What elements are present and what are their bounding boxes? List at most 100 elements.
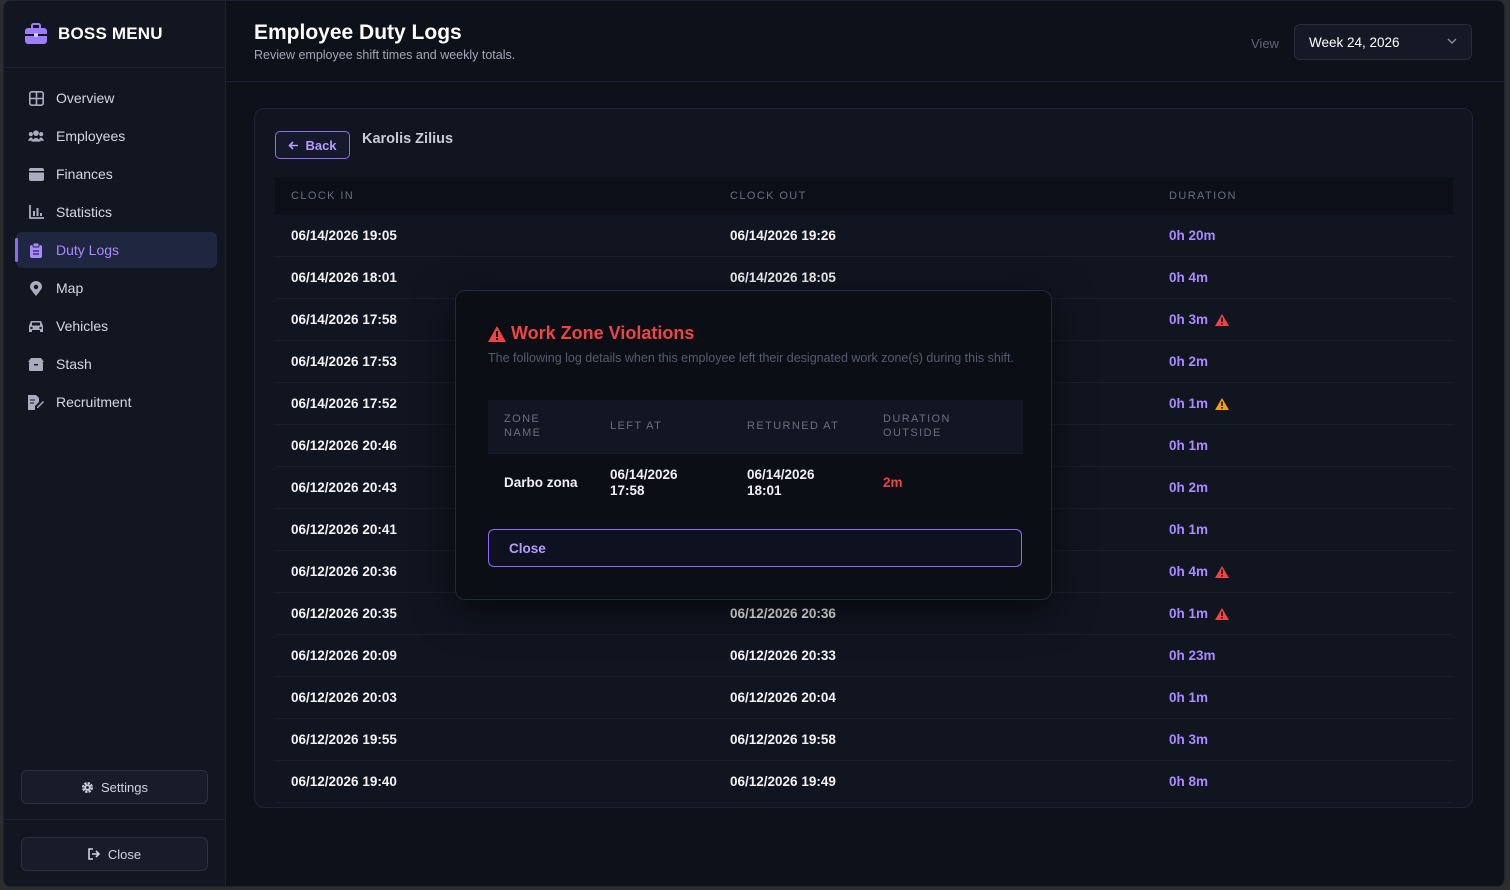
clock-in-cell: 06/14/2026 17:58	[291, 312, 397, 327]
table-row[interactable]: 06/12/2026 19:55 06/12/2026 19:58 0h 3m	[275, 719, 1453, 761]
modal-close-button[interactable]: Close	[488, 529, 1022, 567]
sidebar-divider	[4, 819, 225, 820]
clock-out-cell: 06/12/2026 19:49	[730, 774, 836, 789]
zone-violation-warning-icon[interactable]	[1215, 607, 1230, 620]
sidebar-item-duty-logs[interactable]: Duty Logs	[15, 232, 217, 268]
sidebar-item-finances[interactable]: Finances	[16, 156, 217, 192]
table-header: CLOCK IN CLOCK OUT DURATION	[275, 177, 1453, 215]
duration-cell: 0h 1m	[1169, 396, 1230, 411]
sidebar-item-overview[interactable]: Overview	[16, 80, 217, 116]
sidebar-item-stash[interactable]: Stash	[16, 346, 217, 382]
duration-text: 0h 1m	[1169, 606, 1209, 621]
modal-title-text: Work Zone Violations	[511, 323, 695, 343]
sign-out-icon	[88, 848, 101, 860]
duration-text: 0h 2m	[1169, 480, 1209, 495]
sidebar-item-statistics[interactable]: Statistics	[16, 194, 217, 230]
table-row[interactable]: 06/12/2026 20:03 06/12/2026 20:04 0h 1m	[275, 677, 1453, 719]
duration-text: 0h 4m	[1169, 564, 1209, 579]
duration-text: 0h 1m	[1169, 396, 1209, 411]
users-icon	[28, 128, 44, 144]
sidebar-item-label: Duty Logs	[56, 242, 120, 258]
clock-in-cell: 06/14/2026 18:01	[291, 270, 397, 285]
modal-title: Work Zone Violations	[488, 323, 694, 344]
column-header-clock-out: CLOCK OUT	[730, 190, 807, 202]
sidebar-item-label: Finances	[56, 166, 113, 182]
clock-out-cell: 06/14/2026 19:26	[730, 228, 836, 243]
zone-violation-warning-icon[interactable]	[1215, 313, 1230, 326]
column-header-clock-in: CLOCK IN	[291, 190, 355, 202]
duration-cell: 0h 23m	[1169, 648, 1216, 663]
file-signature-icon	[28, 394, 44, 410]
duration-cell: 0h 4m	[1169, 564, 1230, 579]
arrow-left-icon	[288, 140, 299, 150]
clock-out-cell: 06/12/2026 20:36	[730, 606, 836, 621]
duration-text: 0h 20m	[1169, 228, 1216, 243]
page-header: Employee Duty Logs Review employee shift…	[226, 1, 1504, 82]
sidebar-item-map[interactable]: Map	[16, 270, 217, 306]
close-menu-button[interactable]: Close	[21, 837, 208, 871]
column-header-left-at: LEFT AT	[610, 420, 663, 432]
back-button[interactable]: Back	[275, 131, 350, 159]
table-row[interactable]: 06/14/2026 19:05 06/14/2026 19:26 0h 20m	[275, 215, 1453, 257]
grid-icon	[28, 90, 44, 106]
view-label: View	[1251, 36, 1279, 51]
clock-out-cell: 06/12/2026 19:58	[730, 732, 836, 747]
close-label: Close	[107, 846, 142, 862]
modal-close-label: Close	[509, 540, 546, 556]
duration-cell: 0h 20m	[1169, 228, 1216, 243]
week-select[interactable]: Week 24, 2026	[1294, 24, 1472, 60]
car-icon	[28, 318, 44, 334]
boss-menu-window: BOSS MENU Overview Employees Finances St…	[3, 0, 1505, 887]
week-select-value: Week 24, 2026	[1309, 34, 1400, 50]
clipboard-icon	[28, 242, 44, 258]
clock-in-cell: 06/14/2026 19:05	[291, 228, 397, 243]
brand-title: BOSS MENU	[58, 24, 163, 43]
violations-table-header: ZONE NAME LEFT AT RETURNED AT DURATION OUT…	[488, 400, 1023, 453]
back-label: Back	[305, 137, 337, 153]
zone-violation-warning-icon[interactable]	[1215, 565, 1230, 578]
table-row[interactable]: 06/12/2026 20:09 06/12/2026 20:33 0h 23m	[275, 635, 1453, 677]
clock-out-cell: 06/12/2026 20:04	[730, 690, 836, 705]
duration-cell: 0h 2m	[1169, 480, 1208, 495]
sidebar-item-recruitment[interactable]: Recruitment	[16, 384, 217, 420]
sidebar-item-employees[interactable]: Employees	[16, 118, 217, 154]
clock-in-cell: 06/12/2026 20:35	[291, 606, 397, 621]
page-subtitle: Review employee shift times and weekly t…	[254, 48, 516, 62]
clock-in-cell: 06/12/2026 20:36	[291, 564, 397, 579]
modal-description: The following log details when this empl…	[488, 351, 1014, 365]
duration-cell: 0h 3m	[1169, 732, 1208, 747]
violation-returned-at: 06/14/2026 18:01	[747, 467, 815, 498]
settings-button[interactable]: Settings	[21, 770, 208, 804]
duration-text: 0h 8m	[1169, 774, 1209, 789]
duration-text: 0h 2m	[1169, 354, 1209, 369]
briefcase-icon	[25, 23, 47, 44]
duration-cell: 0h 1m	[1169, 606, 1230, 621]
clock-out-cell: 06/12/2026 20:33	[730, 648, 836, 663]
sidebar: BOSS MENU Overview Employees Finances St…	[4, 1, 226, 886]
clock-in-cell: 06/12/2026 20:41	[291, 522, 397, 537]
clock-in-cell: 06/12/2026 20:03	[291, 690, 397, 705]
sidebar-item-label: Stash	[56, 356, 92, 372]
violation-duration: 2m	[883, 475, 903, 490]
chevron-down-icon	[1447, 38, 1457, 44]
sidebar-item-vehicles[interactable]: Vehicles	[16, 308, 217, 344]
clock-in-cell: 06/12/2026 20:43	[291, 480, 397, 495]
duration-cell: 0h 2m	[1169, 354, 1208, 369]
employee-name: Karolis Zilius	[362, 131, 454, 147]
sidebar-item-label: Employees	[56, 128, 126, 144]
sidebar-nav: Overview Employees Finances Statistics D…	[4, 68, 225, 420]
sidebar-item-label: Statistics	[56, 204, 113, 220]
duration-cell: 0h 1m	[1169, 690, 1208, 705]
warning-triangle-icon	[488, 325, 506, 342]
column-header-duration: DURATION	[1169, 190, 1237, 202]
sidebar-item-label: Recruitment	[56, 394, 132, 410]
zone-violation-warning-icon[interactable]	[1215, 397, 1230, 410]
gear-icon	[82, 781, 93, 793]
table-row[interactable]: 06/12/2026 19:40 06/12/2026 19:49 0h 8m	[275, 761, 1453, 803]
duration-cell: 0h 1m	[1169, 438, 1208, 453]
clock-in-cell: 06/12/2026 19:55	[291, 732, 397, 747]
chart-icon	[28, 204, 44, 220]
sidebar-item-label: Vehicles	[56, 318, 109, 334]
settings-label: Settings	[101, 779, 148, 795]
column-header-returned-at: RETURNED AT	[747, 420, 840, 432]
